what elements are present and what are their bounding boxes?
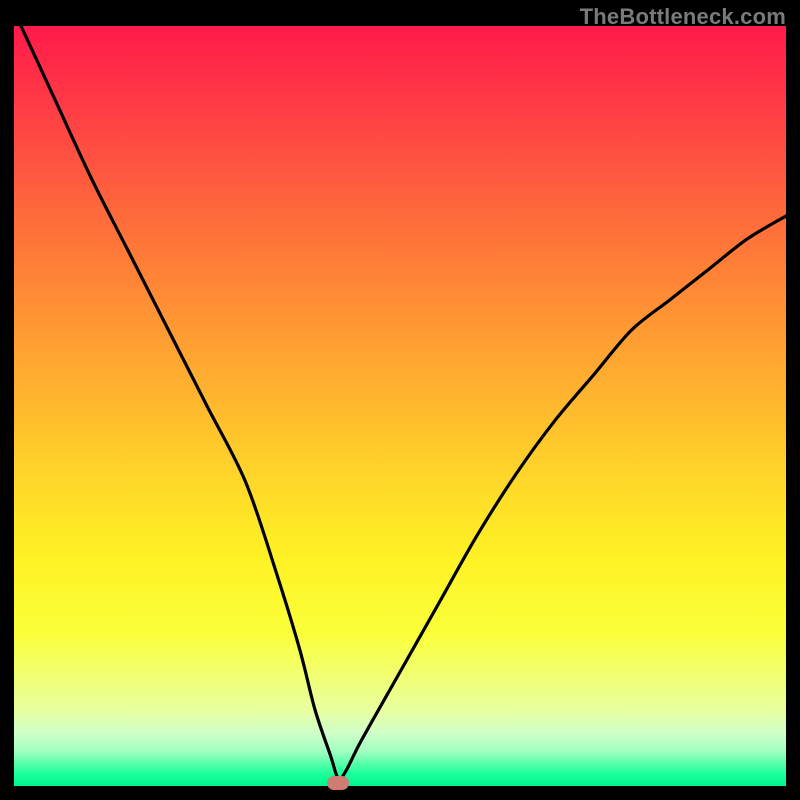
- plot-area: [14, 26, 786, 786]
- bottleneck-curve: [14, 26, 786, 786]
- chart-container: TheBottleneck.com: [0, 0, 800, 800]
- curve-path: [14, 26, 786, 779]
- minimum-marker: [327, 776, 349, 790]
